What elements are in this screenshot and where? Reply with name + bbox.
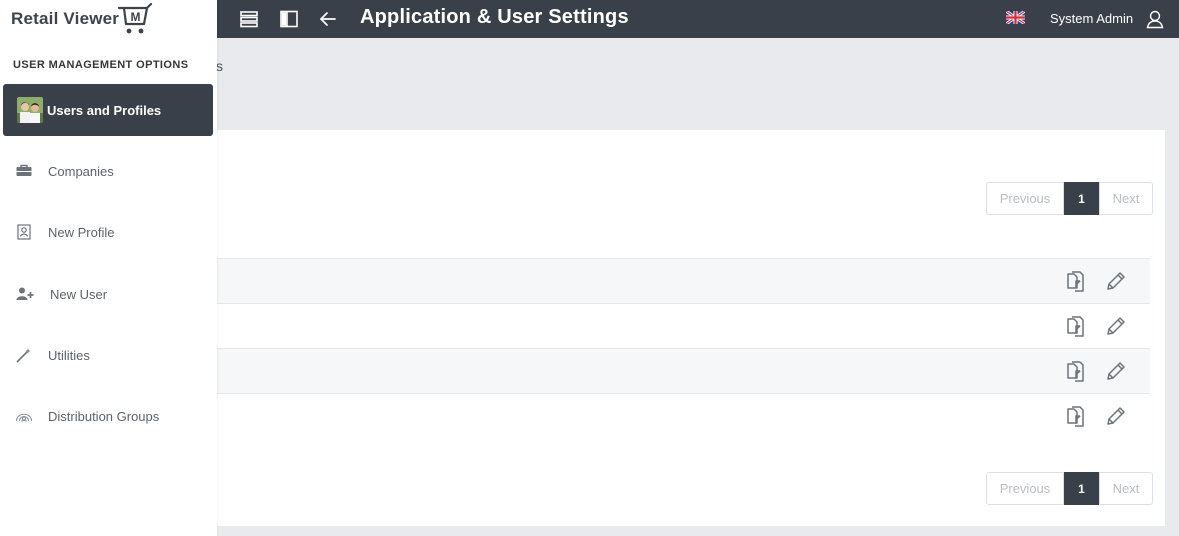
logo-text: Retail Viewer (11, 9, 120, 28)
sidebar-item-label: Distribution Groups (48, 409, 160, 424)
page-title: Application & User Settings (360, 6, 629, 28)
sidebar-item-label: Companies (48, 164, 114, 179)
edit-pencil-icon[interactable] (1104, 314, 1128, 338)
uk-flag-icon[interactable] (1006, 11, 1025, 24)
page-1-button[interactable]: 1 (1064, 472, 1099, 505)
back-arrow-icon[interactable] (318, 9, 338, 29)
sidebar-item-companies[interactable]: Companies (0, 157, 217, 187)
app-logo[interactable]: Retail Viewer M (11, 2, 153, 36)
add-user-icon (15, 286, 34, 302)
breadcrumb: s (216, 58, 223, 74)
sidebar: Retail Viewer M USER MANAGEMENT OPTIONS (0, 0, 217, 536)
previous-page-button[interactable]: Previous (986, 182, 1064, 215)
pagination-bottom: Previous 1 Next (986, 472, 1153, 505)
profile-card-icon (15, 224, 33, 240)
table-row[interactable] (216, 348, 1150, 394)
copy-icon[interactable] (1063, 269, 1087, 293)
sidebar-toggle-icon[interactable] (279, 9, 299, 29)
distribution-icon (15, 408, 33, 424)
sidebar-item-new-user[interactable]: New User (0, 280, 217, 310)
pagination-top: Previous 1 Next (986, 182, 1153, 215)
sidebar-item-label: Utilities (48, 348, 90, 363)
list-icon[interactable] (239, 9, 259, 29)
section-title: USER MANAGEMENT OPTIONS (13, 59, 189, 71)
sidebar-item-utilities[interactable]: Utilities (0, 341, 217, 371)
page-1-button[interactable]: 1 (1064, 182, 1099, 215)
previous-page-button[interactable]: Previous (986, 472, 1064, 505)
copy-icon[interactable] (1063, 404, 1087, 428)
copy-icon[interactable] (1063, 359, 1087, 383)
edit-pencil-icon[interactable] (1104, 269, 1128, 293)
sidebar-item-label: New User (50, 287, 108, 302)
briefcase-icon (15, 163, 33, 179)
sidebar-item-label: New Profile (48, 225, 115, 240)
sidebar-item-label: Users and Profiles (47, 102, 162, 118)
edit-pencil-icon[interactable] (1104, 359, 1128, 383)
logo-badge: M (131, 10, 141, 24)
next-page-button[interactable]: Next (1099, 182, 1153, 215)
sidebar-item-new-profile[interactable]: New Profile (0, 218, 217, 248)
edit-pencil-icon[interactable] (1104, 404, 1128, 428)
next-page-button[interactable]: Next (1099, 472, 1153, 505)
table-row[interactable] (216, 393, 1150, 439)
copy-icon[interactable] (1063, 314, 1087, 338)
user-icon[interactable] (1146, 9, 1164, 29)
user-name[interactable]: System Admin (1050, 11, 1133, 26)
users-avatar-icon (17, 97, 43, 123)
sidebar-item-distribution-groups[interactable]: Distribution Groups (0, 402, 217, 432)
magic-wand-icon (15, 347, 33, 363)
cart-logo-icon: M (118, 2, 153, 34)
table-row[interactable] (216, 303, 1150, 349)
sidebar-item-users-and-profiles[interactable]: Users and Profiles (3, 84, 213, 136)
table-row[interactable] (216, 258, 1150, 304)
